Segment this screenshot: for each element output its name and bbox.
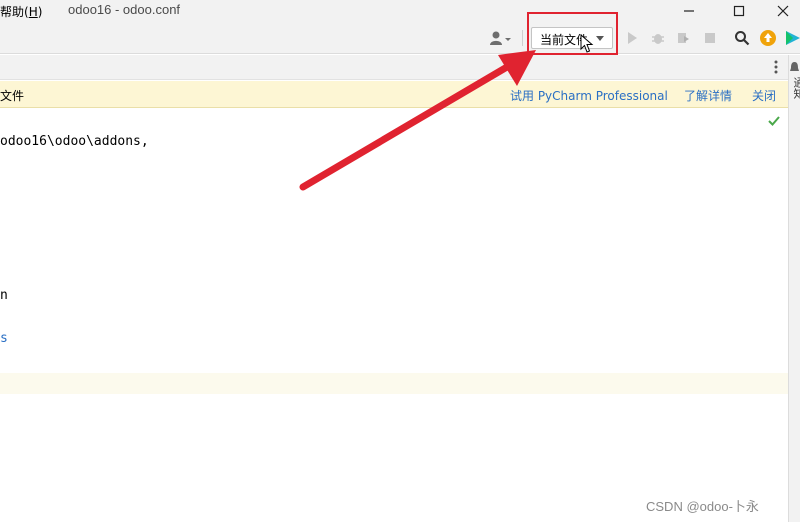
user-icon <box>490 31 511 45</box>
toolbox-button[interactable] <box>784 28 800 48</box>
window-title: odoo16 - odoo.conf <box>68 2 181 17</box>
check-icon <box>768 116 780 126</box>
banner-close-link[interactable]: 关闭 <box>752 87 776 104</box>
coverage-icon <box>678 33 689 43</box>
coverage-button[interactable] <box>673 28 693 48</box>
account-button[interactable] <box>488 28 514 48</box>
more-vertical-icon <box>774 60 778 74</box>
minimize-icon <box>684 10 694 12</box>
code-editor[interactable]: odoo16\odoo\addons, n s <box>0 108 788 522</box>
highlight-annotation-box <box>527 12 618 55</box>
minimize-button[interactable] <box>666 0 712 22</box>
update-icon <box>760 30 776 46</box>
close-icon <box>777 5 789 17</box>
right-tool-strip: 通知 <box>788 55 800 522</box>
learn-more-link[interactable]: 了解详情 <box>684 87 732 104</box>
title-bar: 帮助(H) odoo16 - odoo.conf <box>0 0 800 22</box>
code-line: s <box>0 331 8 346</box>
menu-help[interactable]: 帮助(H) <box>0 3 42 20</box>
menu-help-suffix: ) <box>37 5 43 19</box>
maximize-icon <box>733 5 745 17</box>
toolbox-icon <box>786 31 800 45</box>
watermark: CSDN @odoo-卜永 <box>646 499 759 514</box>
menu-help-label: 帮助( <box>0 5 29 19</box>
notifications-tab-label[interactable]: 通知 <box>790 77 800 99</box>
debug-button[interactable] <box>648 28 668 48</box>
current-line-highlight <box>0 373 788 394</box>
editor-tab-strip <box>0 55 788 80</box>
search-icon <box>735 31 750 46</box>
try-professional-link[interactable]: 试用 PyCharm Professional <box>510 87 668 104</box>
notification-banner: 文件 试用 PyCharm Professional 了解详情 关闭 <box>0 81 788 108</box>
menu-help-mnemonic: H <box>28 5 38 19</box>
mouse-cursor-icon <box>580 34 594 53</box>
bell-icon[interactable] <box>789 61 800 75</box>
search-everywhere-button[interactable] <box>732 28 752 48</box>
stop-button[interactable] <box>700 28 720 48</box>
run-icon <box>628 32 637 44</box>
update-button[interactable] <box>758 28 778 48</box>
banner-message: 文件 <box>0 89 25 103</box>
stop-icon <box>705 33 715 43</box>
toolbar-separator <box>522 30 523 46</box>
run-button[interactable] <box>622 28 642 48</box>
more-options-button[interactable] <box>771 58 781 76</box>
main-toolbar: 当前文件 <box>0 22 800 54</box>
code-line: odoo16\odoo\addons, <box>0 134 149 149</box>
close-window-button[interactable] <box>760 0 800 22</box>
code-line: n <box>0 288 8 303</box>
maximize-button[interactable] <box>716 0 762 22</box>
debug-icon <box>652 34 664 44</box>
